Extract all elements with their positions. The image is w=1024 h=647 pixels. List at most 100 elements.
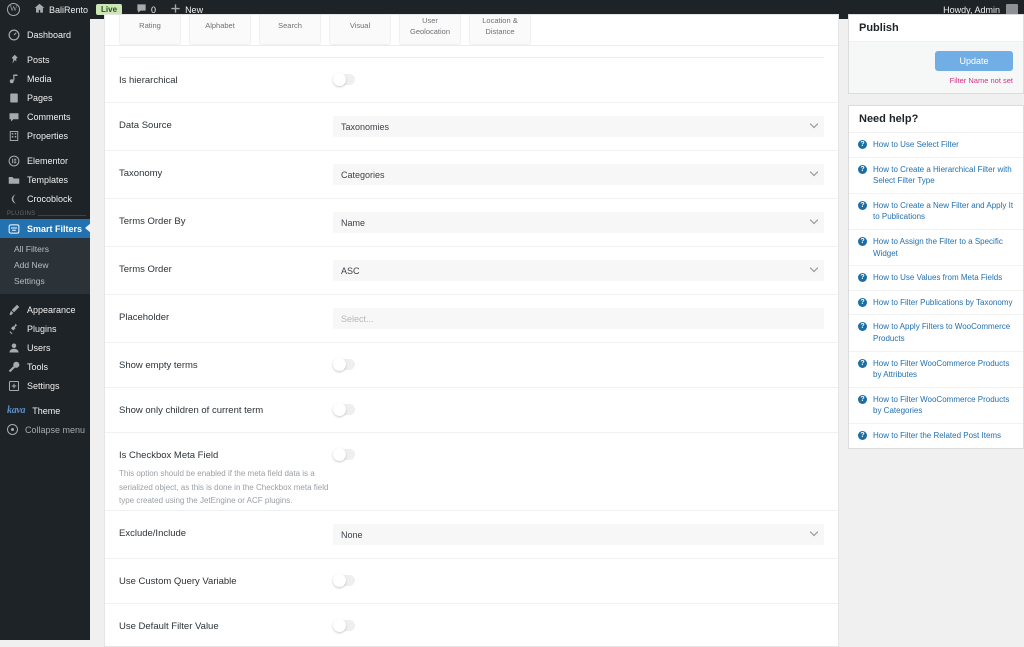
exclude-include-select[interactable]: None <box>333 524 824 545</box>
question-circle-icon: ? <box>858 236 867 246</box>
help-link-label: How to Create a Hierarchical Filter with… <box>873 164 1012 186</box>
select-value: ASC <box>341 265 360 276</box>
comment-bubble-icon <box>7 110 20 123</box>
kava-logo: kava <box>7 405 26 416</box>
help-link-item[interactable]: ? How to Use Values from Meta Fields <box>849 266 1023 291</box>
brush-icon <box>7 303 20 316</box>
question-circle-icon: ? <box>858 430 867 440</box>
help-link-item[interactable]: ? How to Filter the Related Post Items <box>849 424 1023 448</box>
help-link-item[interactable]: ? How to Create a New Filter and Apply I… <box>849 194 1023 230</box>
help-link-label: How to Assign the Filter to a Specific W… <box>873 236 1003 258</box>
select-value: Categories <box>341 169 385 180</box>
terms-order-by-select[interactable]: Name <box>333 212 824 233</box>
submenu-item-all-filters[interactable]: All Filters <box>0 241 90 257</box>
update-button[interactable]: Update <box>935 51 1013 71</box>
menu-group-plugins-label: PLUGINS <box>0 208 90 219</box>
plug-icon <box>7 322 20 335</box>
tab-visual[interactable]: Visual <box>329 15 391 45</box>
sidebar-item-smart-filters[interactable]: Smart Filters <box>0 219 91 238</box>
taxonomy-select[interactable]: Categories <box>333 164 824 185</box>
collapse-icon <box>7 424 18 435</box>
field-label: Taxonomy <box>119 168 163 179</box>
is-checkbox-meta-field-toggle[interactable] <box>333 448 355 461</box>
main-region: Rating Alphabet Search Visual User Geolo… <box>90 14 1024 647</box>
help-link-item[interactable]: ? How to Filter WooCommerce Products by … <box>849 388 1023 424</box>
tab-user-geolocation[interactable]: User Geolocation <box>399 15 461 45</box>
users-icon <box>7 341 20 354</box>
collapse-menu-button[interactable]: Collapse menu <box>0 420 90 439</box>
placeholder-input[interactable]: Select... <box>333 308 824 329</box>
tab-search[interactable]: Search <box>259 15 321 45</box>
field-row-is-checkbox-meta-field: Is Checkbox Meta Field This option shoul… <box>105 433 838 511</box>
comments-count: 0 <box>151 4 157 15</box>
sidebar-item-settings[interactable]: Settings <box>0 376 90 395</box>
field-row-show-empty-terms: Show empty terms <box>105 343 838 388</box>
sidebar-item-label: Properties <box>27 130 69 141</box>
sidebar-item-comments[interactable]: Comments <box>0 107 90 126</box>
sidebar-item-label: Comments <box>27 111 71 122</box>
chevron-down-icon <box>809 215 819 225</box>
help-link-label: How to Filter WooCommerce Products by At… <box>873 358 1010 380</box>
sidebar-item-appearance[interactable]: Appearance <box>0 300 90 319</box>
sidebar-item-dashboard[interactable]: Dashboard <box>0 25 90 44</box>
data-source-select[interactable]: Taxonomies <box>333 116 824 137</box>
sidebar-item-label: Pages <box>27 92 53 103</box>
help-link-item[interactable]: ? How to Apply Filters to WooCommerce Pr… <box>849 315 1023 352</box>
help-link-label: How to Apply Filters to WooCommerce Prod… <box>873 322 1011 343</box>
tab-location-distance[interactable]: Location & Distance <box>469 15 531 45</box>
new-label: New <box>185 4 204 15</box>
sidebar-item-users[interactable]: Users <box>0 338 90 357</box>
sidebar-item-plugins[interactable]: Plugins <box>0 319 90 338</box>
sidebar-item-pages[interactable]: Pages <box>0 88 90 107</box>
wp-logo-menu[interactable] <box>0 0 27 19</box>
help-link-label: How to Filter Publications by Taxonomy <box>873 297 1013 307</box>
sidebar-item-label: Crocoblock <box>27 193 73 204</box>
sidebar-item-tools[interactable]: Tools <box>0 357 90 376</box>
publish-box-title: Publish <box>849 15 1023 42</box>
select-value: Name <box>341 217 366 228</box>
filter-type-tabs: Rating Alphabet Search Visual User Geolo… <box>105 15 838 46</box>
help-link-label: How to Filter the Related Post Items <box>873 430 1002 440</box>
sidebar-item-label: Settings <box>27 380 60 391</box>
sidebar-item-label: Appearance <box>27 304 76 315</box>
use-custom-query-variable-toggle[interactable] <box>333 574 355 587</box>
smart-filters-icon <box>7 222 20 235</box>
use-default-filter-value-toggle[interactable] <box>333 619 355 632</box>
select-value: None <box>341 529 363 540</box>
terms-order-select[interactable]: ASC <box>333 260 824 281</box>
help-link-label: How to Use Select Filter <box>873 140 959 149</box>
field-row-show-only-children: Show only children of current term <box>105 388 838 433</box>
sidebar-item-crocoblock[interactable]: Crocoblock <box>0 189 90 208</box>
sidebar-item-posts[interactable]: Posts <box>0 50 90 69</box>
need-help-box: Need help? ? How to Use Select Filter ? … <box>848 105 1024 449</box>
help-link-item[interactable]: ? How to Use Select Filter <box>849 133 1023 158</box>
sidebar-item-templates[interactable]: Templates <box>0 170 90 189</box>
wordpress-logo-icon <box>7 3 20 16</box>
field-label: Exclude/Include <box>119 528 187 539</box>
submenu-item-settings[interactable]: Settings <box>0 273 90 289</box>
is-hierarchical-toggle[interactable] <box>333 73 355 86</box>
question-circle-icon: ? <box>858 322 867 332</box>
tab-alphabet[interactable]: Alphabet <box>189 15 251 45</box>
question-circle-icon: ? <box>858 164 867 174</box>
sidebar-item-media[interactable]: Media <box>0 69 90 88</box>
sidebar-item-properties[interactable]: Properties <box>0 126 90 145</box>
question-circle-icon: ? <box>858 200 867 210</box>
help-link-label: How to Create a New Filter and Apply It … <box>873 200 1014 222</box>
sidebar-item-elementor[interactable]: Elementor <box>0 151 90 170</box>
field-row-is-hierarchical: Is hierarchical <box>105 58 838 103</box>
help-link-item[interactable]: ? How to Filter Publications by Taxonomy <box>849 291 1023 316</box>
publish-box: Publish Update Filter Name not set <box>848 14 1024 94</box>
field-label: Is hierarchical <box>119 75 178 86</box>
field-label: Is Checkbox Meta Field <box>119 450 219 461</box>
sidebar-item-theme[interactable]: kava Theme <box>0 401 90 420</box>
field-label: Show only children of current term <box>119 405 264 416</box>
show-only-children-toggle[interactable] <box>333 403 355 416</box>
show-empty-terms-toggle[interactable] <box>333 358 355 371</box>
field-label: Terms Order <box>119 264 172 275</box>
help-link-item[interactable]: ? How to Filter WooCommerce Products by … <box>849 352 1023 388</box>
submenu-item-add-new[interactable]: Add New <box>0 257 90 273</box>
tab-rating[interactable]: Rating <box>119 15 181 45</box>
help-link-item[interactable]: ? How to Assign the Filter to a Specific… <box>849 230 1023 267</box>
help-link-item[interactable]: ? How to Create a Hierarchical Filter wi… <box>849 158 1023 194</box>
